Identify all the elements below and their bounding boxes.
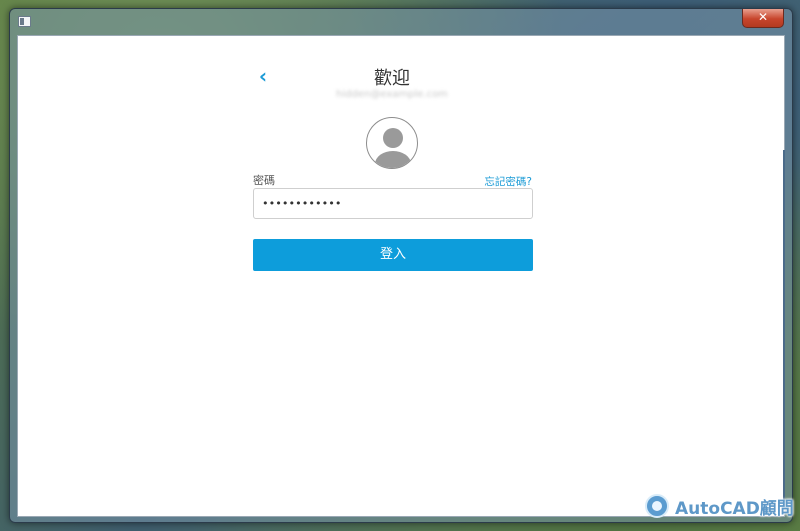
account-email: hidden@example.com — [336, 89, 448, 100]
watermark-text: AutoCAD顧問 — [675, 498, 794, 519]
password-label: 密碼 — [253, 174, 275, 187]
title-bar[interactable]: ✕ — [10, 9, 792, 35]
app-window-icon — [18, 16, 31, 27]
avatar-body — [375, 151, 411, 168]
close-window-button[interactable]: ✕ — [742, 9, 784, 28]
login-button[interactable]: 登入 — [253, 239, 533, 271]
watermark: AutoCAD顧問 — [645, 492, 794, 520]
forgot-password-link[interactable]: 忘記密碼? — [480, 174, 532, 189]
back-chevron-icon[interactable]: ‹ — [254, 66, 272, 86]
window-edge-scroll — [783, 150, 785, 510]
avatar-head — [383, 128, 403, 148]
watermark-logo-icon — [645, 494, 669, 518]
dialog-client-area — [17, 35, 785, 517]
password-field[interactable]: •••••••••••• — [253, 188, 533, 219]
page-title: 歡迎 — [374, 68, 410, 89]
user-avatar-icon — [366, 117, 418, 169]
